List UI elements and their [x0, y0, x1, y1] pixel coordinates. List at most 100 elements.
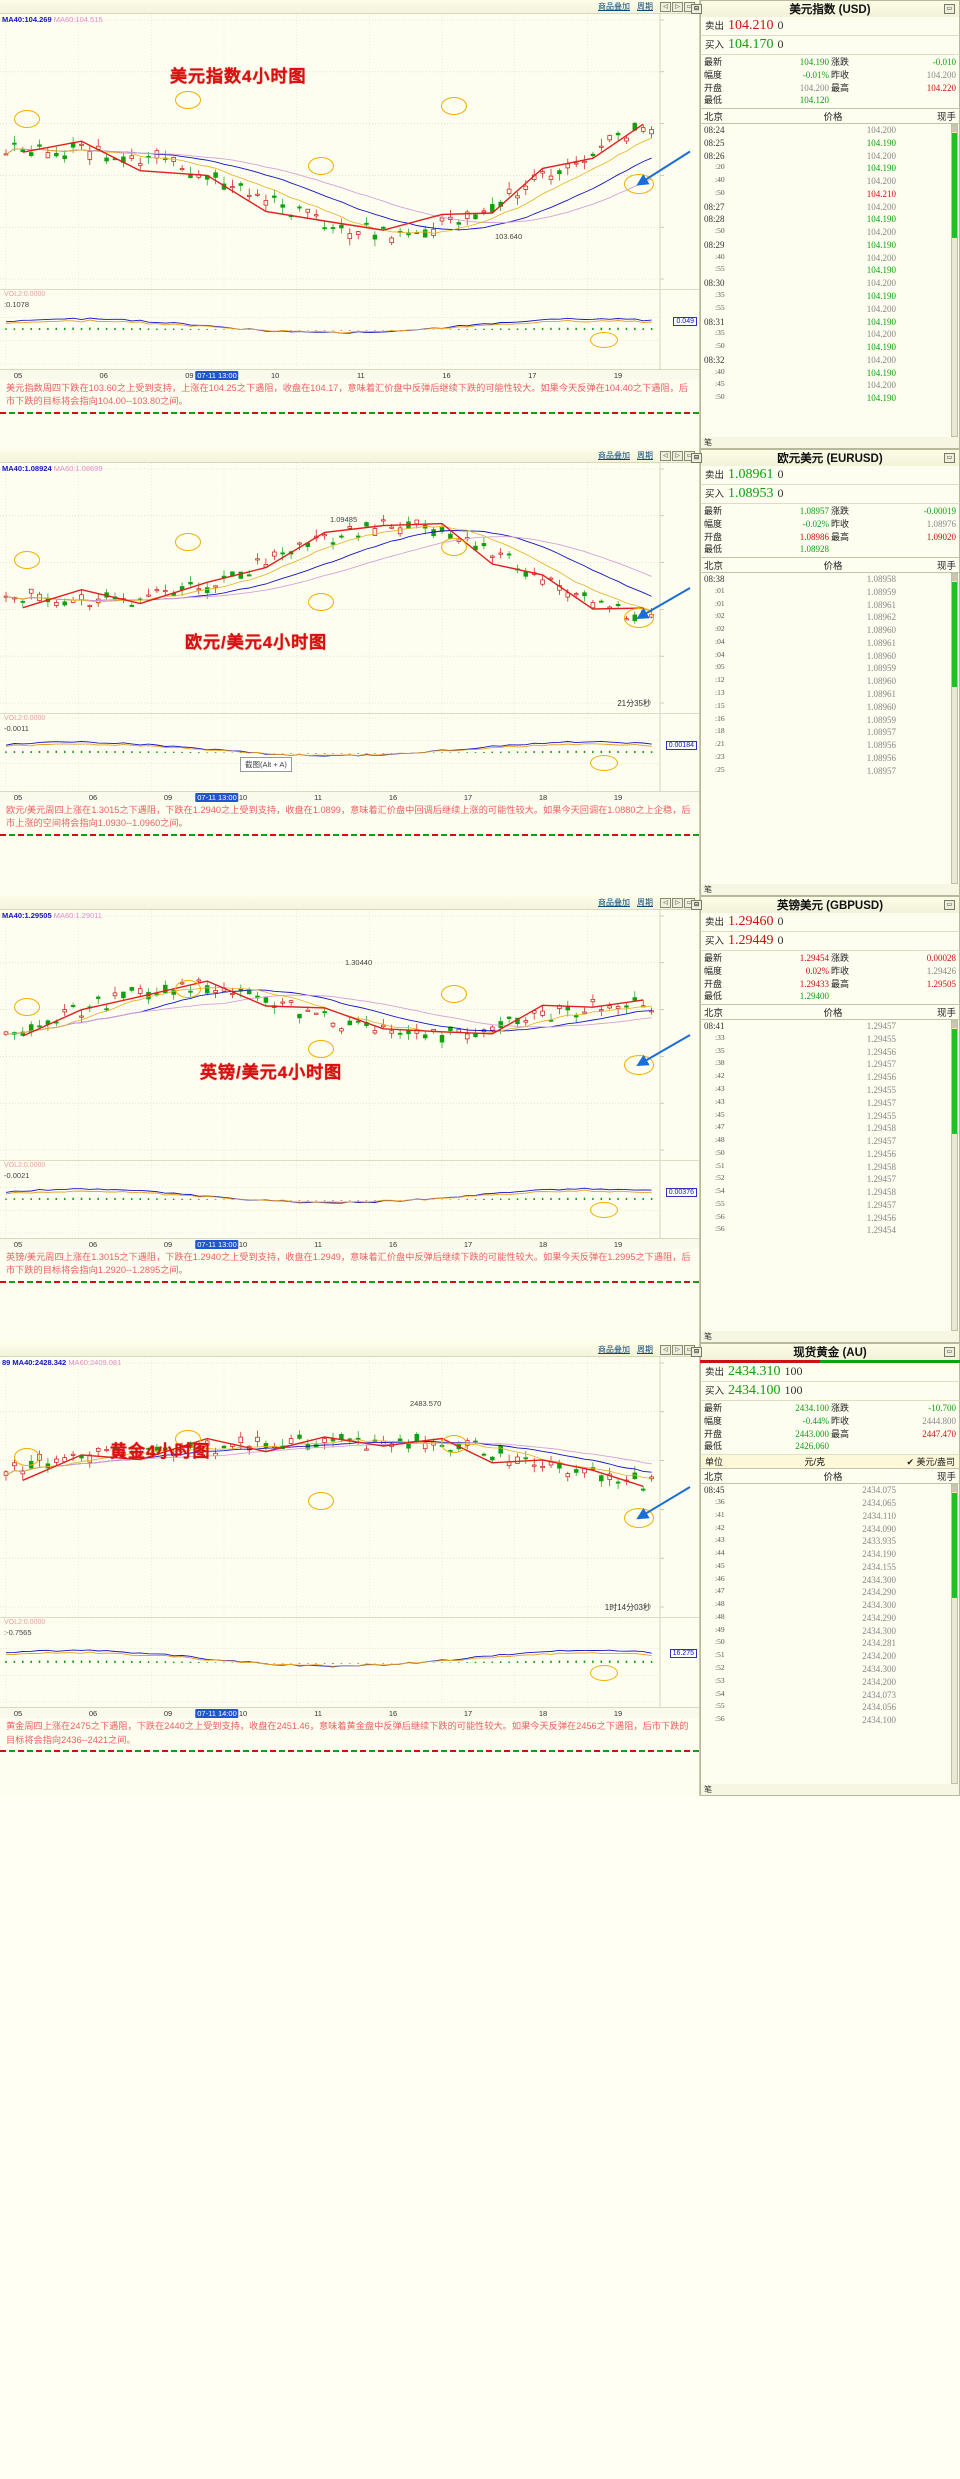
bid-row-gbpusd: 买入 1.29449 0 [700, 932, 960, 952]
tick-scrollbar-gold[interactable] [951, 1484, 958, 1785]
toolbar-button-group[interactable]: ◁ ▷ ▭ [660, 1, 695, 12]
price-chart-gbpusd[interactable]: MA40:1.29505 MA60:1.29011 英镑/美元4小时图 1.30… [0, 910, 699, 1161]
time-axis-gbpusd[interactable]: 05 06 09 10 11 16 17 18 19 07-11 13:00 [0, 1238, 699, 1250]
window-list-icon[interactable]: ⊟ [691, 1347, 702, 1358]
tick-row: :53 2434.200 0 [701, 1676, 959, 1689]
tick-time: :42 [715, 1071, 725, 1081]
chart-toolbar-gold[interactable]: 商品叠加 周期 ◁ ▷ ▭ [0, 1343, 699, 1358]
tick-row: :42 1.29456 0 [701, 1071, 959, 1084]
window-list-icon[interactable]: ⊟ [691, 4, 702, 14]
indicator-chart-gold[interactable]: VOL2:0.0000 :-0.7565 16.275 [0, 1617, 699, 1708]
ask-value: 104.210 [728, 18, 774, 33]
price-chart-eurusd[interactable]: MA40:1.08924 MA60:1.08699 欧元/美元4小时图 1.09… [0, 463, 699, 714]
tick-row: 08:41 1.29457 0 [701, 1020, 959, 1033]
toolbar-button-group[interactable]: ◁ ▷ ▭ [660, 1344, 695, 1355]
restore-icon[interactable]: ▭ [944, 453, 955, 464]
prev-icon[interactable]: ◁ [660, 1344, 671, 1355]
tick-scrollbar-eurusd[interactable] [951, 573, 958, 885]
prev-icon[interactable]: ◁ [660, 897, 671, 908]
bid-value: 1.08953 [728, 486, 774, 502]
overlay-link[interactable]: 商品叠加 [598, 1, 630, 12]
next-icon[interactable]: ▷ [672, 450, 683, 461]
tick-list-gbpusd[interactable]: 08:41 1.29457 0 :33 1.29455 0 :35 1.2945… [700, 1020, 960, 1332]
indicator-chart-eurusd[interactable]: VOL2:0.0000 -0.0011 0.00184 截图(Alt + A) [0, 713, 699, 792]
toolbar-button-group[interactable]: ◁ ▷ ▭ [660, 450, 695, 461]
indicator-chart-gbpusd[interactable]: VOL2:0.0000 -0.0021 0.00376 [0, 1160, 699, 1239]
tick-price: 104.200 [866, 125, 896, 136]
tick-price: 104.200 [866, 150, 896, 161]
tick-row: :36 2434.065 0 [701, 1497, 959, 1510]
chart-title-usd-index: 美元指数4小时图 [170, 67, 307, 86]
tick-time: :52 [715, 1662, 725, 1672]
time-axis-usd-index[interactable]: 05 06 09 10 11 16 17 19 07-11 13:00 [0, 369, 699, 380]
period-link[interactable]: 周期 [637, 897, 653, 908]
next-icon[interactable]: ▷ [672, 1, 683, 12]
quote-title-bar-gold: ⊟ 现货黄金 (AU) ▭ [691, 1343, 960, 1361]
highlight-ellipse [441, 985, 467, 1004]
price-chart-gold[interactable]: 89 MA40:2428.342 MA60:2409.081 黄金4小时图 24… [0, 1357, 699, 1618]
stat-key: 开盘 [704, 531, 723, 542]
tick-price: 2434.090 [862, 1523, 896, 1534]
overlay-link[interactable]: 商品叠加 [598, 897, 630, 908]
market-panel-gold: 商品叠加 周期 ◁ ▷ ▭ 89 MA40:2428.342 MA60:2409… [0, 1343, 960, 1797]
tick-volume: 0 [916, 175, 957, 188]
tick-time: :38 [715, 1058, 725, 1068]
toolbar-button-group[interactable]: ◁ ▷ ▭ [660, 897, 695, 908]
stat-key: 最新 [704, 1403, 723, 1414]
chart-toolbar-usd-index[interactable]: 商品叠加 周期 ◁ ▷ ▭ [0, 0, 699, 14]
period-link[interactable]: 周期 [637, 1, 653, 12]
tick-scrollbar-usd-index[interactable] [951, 124, 958, 438]
next-icon[interactable]: ▷ [672, 897, 683, 908]
stat-value2 [863, 1440, 956, 1453]
tick-time: :02 [715, 624, 725, 634]
tick-price: 104.190 [866, 342, 896, 353]
unit-option-ounce[interactable]: ✔ 美元/盎司 [906, 1455, 955, 1468]
stat-value2: -0.010 [932, 57, 956, 67]
restore-icon[interactable]: ▭ [944, 900, 955, 911]
unit-option-gram[interactable]: 元/克 [737, 1455, 892, 1468]
tick-scrollbar-gbpusd[interactable] [951, 1020, 958, 1332]
window-list-icon[interactable]: ⊟ [691, 900, 702, 911]
tick-time: :50 [715, 1637, 725, 1647]
indicator-chart-usd-index[interactable]: VOL2:0.0000 :0.1078 0.049 [0, 289, 699, 369]
tick-list-usd-index[interactable]: 08:24 104.200 0 08:25 104.190 0 08:26 10… [700, 124, 960, 438]
overlay-link[interactable]: 商品叠加 [598, 1344, 630, 1355]
period-link[interactable]: 周期 [637, 450, 653, 461]
unit-selector-gold[interactable]: 单位 元/克 ✔ 美元/盎司 [700, 1454, 960, 1469]
chart-toolbar-gbpusd[interactable]: 商品叠加 周期 ◁ ▷ ▭ [0, 896, 699, 911]
tick-row: :50 1.29456 0 [701, 1148, 959, 1161]
tick-price: 104.190 [866, 265, 896, 276]
indicator-price-tag-gold: 16.275 [669, 1648, 697, 1658]
tick-row: :40 104.200 0 [701, 175, 959, 188]
axis-tick: 05 [13, 370, 23, 380]
stat-value: 1.29433 [799, 978, 829, 989]
stat-value: -0.02% [802, 518, 829, 529]
tick-row: :23 1.08956 0 [701, 752, 959, 765]
indicator-value-gold: :-0.7565 [4, 1628, 32, 1638]
tick-volume: 0 [916, 611, 957, 624]
axis-tick: 18 [538, 1239, 548, 1249]
tick-row: 08:38 1.08958 0 [701, 573, 959, 586]
prev-icon[interactable]: ◁ [660, 450, 671, 461]
next-icon[interactable]: ▷ [672, 1344, 683, 1355]
price-chart-usd-index[interactable]: MA40:104.269 MA60:104.515 美元指数4小时图 103.6… [0, 14, 699, 289]
restore-icon[interactable]: ▭ [944, 4, 955, 14]
window-list-icon[interactable]: ⊟ [691, 453, 702, 464]
marked-price-label: 1.09485 [330, 515, 358, 525]
axis-tick: 16 [388, 1708, 398, 1718]
tick-volume: 0 [916, 739, 957, 752]
tick-list-gold[interactable]: 08:45 2434.075 0 :36 2434.065 0 :41 2434… [700, 1484, 960, 1785]
period-link[interactable]: 周期 [637, 1344, 653, 1355]
chart-toolbar-eurusd[interactable]: 商品叠加 周期 ◁ ▷ ▭ [0, 449, 699, 464]
axis-selected-time: 07-11 13:00 [195, 370, 239, 380]
time-axis-eurusd[interactable]: 05 06 09 10 11 16 17 18 19 07-11 13:00 [0, 791, 699, 803]
time-axis-gold[interactable]: 05 06 09 10 11 16 17 18 19 07-11 14:00 [0, 1707, 699, 1719]
prev-icon[interactable]: ◁ [660, 1, 671, 12]
tick-time: :02 [715, 611, 725, 621]
overlay-link[interactable]: 商品叠加 [598, 450, 630, 461]
restore-icon[interactable]: ▭ [944, 1347, 955, 1358]
tick-row: :40 104.190 0 [701, 367, 959, 380]
axis-tick: 11 [314, 792, 322, 802]
tick-list-eurusd[interactable]: 08:38 1.08958 0 :01 1.08959 0 :01 1.0896… [700, 573, 960, 885]
tick-time: :40 [715, 175, 725, 185]
